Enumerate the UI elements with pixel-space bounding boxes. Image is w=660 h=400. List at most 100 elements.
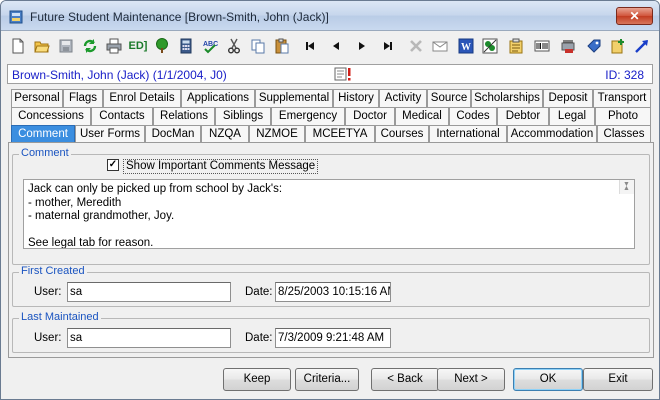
student-header: Brown-Smith, John (Jack) (1/1/2004, J0) …: [7, 64, 653, 84]
comment-scrollbar[interactable]: ▲ ▼: [619, 180, 634, 194]
last-maintained-user-field[interactable]: sa: [67, 328, 231, 348]
back-button[interactable]: < Back: [371, 368, 439, 391]
next-button[interactable]: Next >: [437, 368, 505, 391]
tab-emergency[interactable]: Emergency: [271, 107, 345, 125]
tab-nzqa[interactable]: NZQA: [201, 125, 249, 143]
copy-icon[interactable]: [247, 35, 269, 57]
tab-flags[interactable]: Flags: [63, 89, 103, 107]
word-icon[interactable]: W: [455, 35, 477, 57]
student-id: ID: 328: [605, 68, 644, 82]
window-title: Future Student Maintenance [Brown-Smith,…: [30, 10, 329, 24]
report-icon[interactable]: [505, 35, 527, 57]
tab-codes[interactable]: Codes: [449, 107, 497, 125]
print-barcode-icon[interactable]: [557, 35, 579, 57]
excel-icon[interactable]: [479, 35, 501, 57]
save-icon[interactable]: [55, 35, 77, 57]
tab-relations[interactable]: Relations: [153, 107, 215, 125]
next-record-icon[interactable]: [351, 35, 373, 57]
tree-icon[interactable]: [151, 35, 173, 57]
tab-activity[interactable]: Activity: [379, 89, 427, 107]
toolbar: ED] ABC W: [7, 35, 657, 57]
tab-scholarships[interactable]: Scholarships: [471, 89, 543, 107]
first-created-user-field[interactable]: sa: [67, 282, 231, 302]
barcode-icon[interactable]: [531, 35, 553, 57]
close-icon: ✕: [629, 9, 640, 23]
tab-deposit[interactable]: Deposit: [543, 89, 593, 107]
tab-comment[interactable]: Comment: [11, 125, 75, 143]
tab-medical[interactable]: Medical: [395, 107, 449, 125]
comment-line: [28, 224, 630, 238]
tab-international[interactable]: International: [429, 125, 507, 143]
tab-docman[interactable]: DocMan: [145, 125, 201, 143]
tab-accommodation[interactable]: Accommodation: [507, 125, 597, 143]
tab-siblings[interactable]: Siblings: [215, 107, 271, 125]
tab-concessions[interactable]: Concessions: [11, 107, 91, 125]
exit-button[interactable]: Exit: [583, 368, 653, 391]
first-created-user-label: User:: [34, 286, 62, 298]
comment-line: - mother, Meredith: [28, 196, 122, 209]
comment-line: - maternal grandmother, Joy.: [28, 210, 175, 222]
comment-tab-panel: Comment ✓ Show Important Comments Messag…: [8, 142, 654, 358]
tab-enrol-details[interactable]: Enrol Details: [103, 89, 181, 107]
comment-textarea[interactable]: Jack can only be picked up from school b…: [23, 179, 635, 249]
comment-line: Jack can only be picked up from school b…: [28, 183, 283, 195]
title-bar[interactable]: Future Student Maintenance [Brown-Smith,…: [1, 1, 659, 31]
first-created-date-label: Date:: [245, 286, 273, 298]
show-important-comments-checkbox[interactable]: ✓: [107, 159, 119, 171]
scroll-down-icon[interactable]: ▼: [623, 180, 630, 192]
first-created-title: First Created: [19, 265, 87, 277]
open-icon[interactable]: [31, 35, 53, 57]
tab-nzmoe[interactable]: NZMOE: [249, 125, 305, 143]
tab-history[interactable]: History: [333, 89, 379, 107]
refresh-icon[interactable]: [79, 35, 101, 57]
tab-source[interactable]: Source: [427, 89, 471, 107]
close-window-button[interactable]: ✕: [616, 7, 653, 25]
tab-legal[interactable]: Legal: [549, 107, 595, 125]
paste-icon[interactable]: [271, 35, 293, 57]
tab-classes[interactable]: Classes: [597, 125, 651, 143]
ok-button[interactable]: OK: [513, 368, 583, 391]
show-important-comments-label[interactable]: Show Important Comments Message: [123, 159, 319, 174]
new-icon[interactable]: [7, 35, 29, 57]
svg-text:ABC: ABC: [203, 41, 218, 48]
pointer-icon[interactable]: [631, 35, 653, 57]
app-icon: [9, 10, 23, 24]
svg-text:W: W: [461, 42, 471, 53]
delete-icon[interactable]: [405, 35, 427, 57]
edit-id-icon[interactable]: ED]: [127, 35, 149, 57]
email-icon[interactable]: [429, 35, 451, 57]
tab-doctor[interactable]: Doctor: [345, 107, 395, 125]
last-maintained-user-label: User:: [34, 332, 62, 344]
spellcheck-icon[interactable]: ABC: [199, 35, 221, 57]
tab-supplemental[interactable]: Supplemental: [255, 89, 333, 107]
tab-photo[interactable]: Photo: [595, 107, 651, 125]
tab-mceetya[interactable]: MCEETYA: [305, 125, 375, 143]
tab-contacts[interactable]: Contacts: [91, 107, 153, 125]
previous-record-icon[interactable]: [325, 35, 347, 57]
tab-courses[interactable]: Courses: [375, 125, 429, 143]
tab-debtor[interactable]: Debtor: [497, 107, 549, 125]
tab-transport[interactable]: Transport: [593, 89, 651, 107]
last-maintained-date-field[interactable]: 7/3/2009 9:21:48 AM: [275, 328, 391, 348]
first-record-icon[interactable]: [299, 35, 321, 57]
first-created-date-field[interactable]: 8/25/2003 10:15:16 AM: [275, 282, 391, 302]
last-maintained-date-label: Date:: [245, 332, 273, 344]
tab-personal[interactable]: Personal: [11, 89, 63, 107]
last-maintained-title: Last Maintained: [19, 311, 101, 323]
first-created-group: First Created User: sa Date: 8/25/2003 1…: [12, 265, 650, 307]
last-record-icon[interactable]: [377, 35, 399, 57]
comment-group-title: Comment: [19, 147, 71, 159]
cut-icon[interactable]: [223, 35, 245, 57]
criteria-button[interactable]: Criteria...: [295, 368, 359, 391]
important-note-icon[interactable]: [334, 67, 352, 81]
note-add-icon[interactable]: [607, 35, 629, 57]
label-icon[interactable]: [583, 35, 605, 57]
future-student-maintenance-window: Future Student Maintenance [Brown-Smith,…: [0, 0, 660, 400]
calculator-icon[interactable]: [175, 35, 197, 57]
tab-user-forms[interactable]: User Forms: [75, 125, 145, 143]
tab-applications[interactable]: Applications: [181, 89, 255, 107]
keep-button[interactable]: Keep: [223, 368, 291, 391]
print-icon[interactable]: [103, 35, 125, 57]
student-name: Brown-Smith, John (Jack) (1/1/2004, J0): [12, 68, 227, 82]
comment-group: Comment ✓ Show Important Comments Messag…: [12, 147, 650, 265]
